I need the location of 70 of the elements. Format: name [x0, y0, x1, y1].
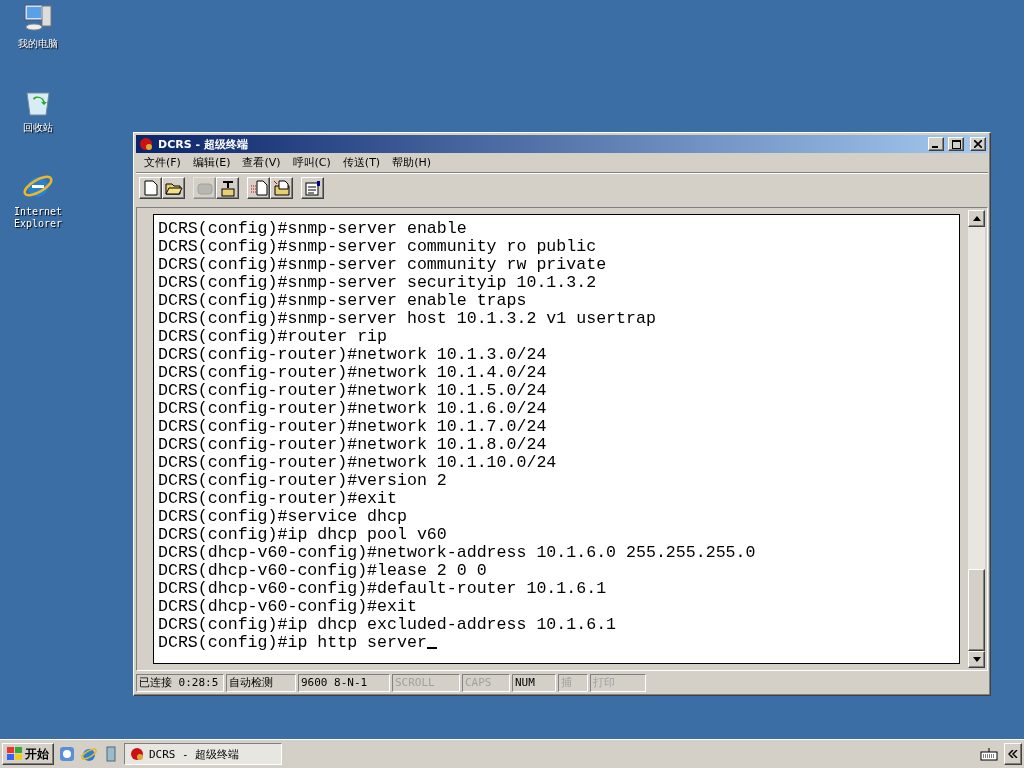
- terminal-line: DCRS(dhcp-v60-config)#network-address 10.1.6.0 255.255.255.0: [158, 543, 756, 562]
- terminal-line: DCRS(config)#router rip: [158, 327, 388, 346]
- scroll-down-button[interactable]: [968, 651, 985, 668]
- terminal-screen[interactable]: [153, 214, 960, 664]
- down-arrow-icon: [972, 657, 981, 662]
- menu-item[interactable]: 查看(V): [238, 155, 285, 170]
- double-chevron-icon: [1008, 750, 1018, 758]
- terminal-line: DCRS(config)#snmp-server community rw private: [158, 255, 607, 274]
- terminal-line: DCRS(config-router)#network 10.1.8.0/24: [158, 435, 547, 454]
- terminal-line: DCRS(config-router)#version 2: [158, 471, 447, 490]
- expand-tray-button[interactable]: [1004, 743, 1022, 765]
- terminal-line: DCRS(config-router)#network 10.1.3.0/24: [158, 345, 547, 364]
- status-field: 已连接 0:28:5: [136, 674, 224, 692]
- status-field: 自动检测: [226, 674, 296, 692]
- browser-e-icon[interactable]: [80, 745, 98, 763]
- toolbar-button[interactable]: [162, 177, 185, 199]
- open-folder-icon: [164, 181, 183, 195]
- windows-flag-icon: [7, 747, 23, 761]
- terminal-line: DCRS(config-router)#network 10.1.5.0/24: [158, 381, 547, 400]
- terminal-line: DCRS(dhcp-v60-config)#lease 2 0 0: [158, 561, 487, 580]
- keyboard-icon[interactable]: [980, 747, 998, 761]
- toolbar-button[interactable]: [301, 177, 324, 199]
- terminal-line: DCRS(dhcp-v60-config)#exit: [158, 597, 417, 616]
- minimize-button[interactable]: [928, 137, 944, 151]
- terminal-line: DCRS(config)#ip dhcp pool v60: [158, 525, 447, 544]
- receive-folder-icon: [272, 180, 291, 196]
- menu-item[interactable]: 帮助(H): [388, 155, 435, 170]
- desktop-icon-label[interactable]: Internet Explorer: [6, 206, 70, 230]
- app-icon: [129, 747, 145, 761]
- terminal-line: DCRS(config)#ip dhcp excluded-address 10.1.6.1: [158, 615, 617, 634]
- close-button[interactable]: [970, 137, 986, 151]
- send-page-icon: [249, 180, 268, 196]
- blank-page-icon: [143, 180, 158, 196]
- menu-item[interactable]: 呼叫(C): [288, 155, 335, 170]
- scroll-thumb[interactable]: [968, 569, 985, 651]
- terminal-line: DCRS(config-router)#exit: [158, 489, 397, 508]
- desktop-icon-label[interactable]: 回收站: [6, 122, 70, 134]
- vertical-scrollbar[interactable]: [968, 210, 985, 668]
- menu-item[interactable]: 编辑(E): [188, 155, 235, 170]
- status-field: 9600 8-N-1: [298, 674, 390, 692]
- toolbar-button[interactable]: [270, 177, 293, 199]
- terminal-line: DCRS(dhcp-v60-config)#default-router 10.1.6.1: [158, 579, 607, 598]
- terminal-line: DCRS(config)#service dhcp: [158, 507, 407, 526]
- toolbar-button[interactable]: [139, 177, 162, 199]
- window-title: DCRS - 超级终端: [158, 136, 249, 152]
- app-icon: [138, 137, 154, 151]
- close-icon: [974, 140, 982, 148]
- terminal-line: DCRS(config)#snmp-server securityip 10.1.3.2: [158, 273, 597, 292]
- toolbar-button[interactable]: [247, 177, 270, 199]
- taskbar-window-button[interactable]: DCRS - 超级终端: [124, 743, 282, 765]
- start-button[interactable]: 开始: [2, 743, 54, 765]
- maximize-icon: [951, 139, 961, 149]
- terminal-line: DCRS(config)#ip http server: [158, 633, 427, 652]
- terminal-line: DCRS(config-router)#network 10.1.4.0/24: [158, 363, 547, 382]
- terminal-line: DCRS(config-router)#network 10.1.7.0/24: [158, 417, 547, 436]
- menu-item[interactable]: 传送(T): [338, 155, 385, 170]
- terminal-line: DCRS(config)#snmp-server community ro public: [158, 237, 597, 256]
- up-arrow-icon: [972, 216, 981, 221]
- terminal-line: DCRS(config-router)#network 10.1.10.0/24: [158, 453, 557, 472]
- properties-sheet-icon: [303, 180, 322, 196]
- toolbar-button[interactable]: [216, 177, 239, 199]
- terminal-line: DCRS(config)#snmp-server enable traps: [158, 291, 527, 310]
- terminal-line: DCRS(config)#snmp-server host 10.1.3.2 v1 usertrap: [158, 309, 656, 328]
- desktop-icon-label[interactable]: 我的电脑: [6, 38, 70, 50]
- terminal-line: DCRS(config-router)#network 10.1.6.0/24: [158, 399, 547, 418]
- scroll-up-button[interactable]: [968, 210, 985, 227]
- status-field: NUM: [512, 674, 556, 692]
- maximize-button[interactable]: [948, 137, 964, 151]
- terminal-line: DCRS(config)#snmp-server enable: [158, 219, 467, 238]
- menu-item[interactable]: 文件(F): [140, 155, 185, 170]
